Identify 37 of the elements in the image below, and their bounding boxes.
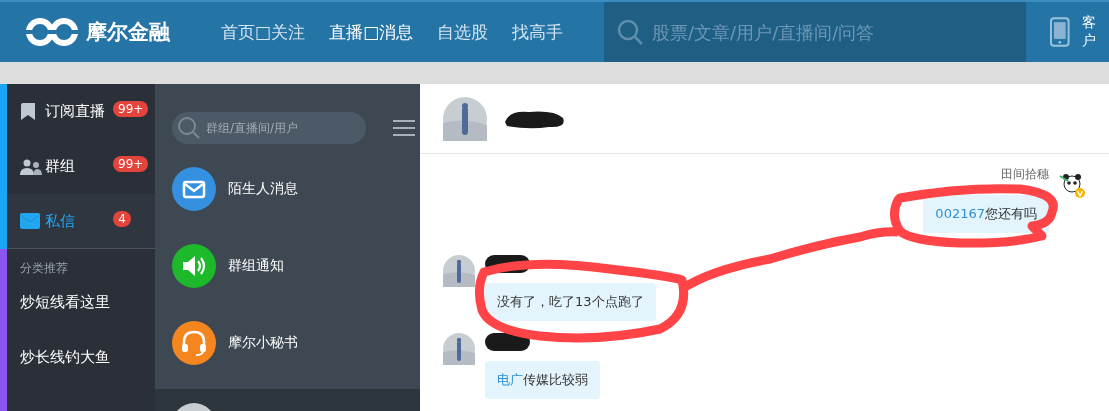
sidebar-link[interactable]: 炒短线看这里 — [20, 293, 155, 348]
contact-item[interactable]: 群组通知 — [155, 227, 420, 304]
message-bubble: 002167您还有吗 — [923, 195, 1049, 233]
contact-item[interactable]: 摩尔小秘书 — [155, 304, 420, 381]
count-badge: 4 — [113, 211, 131, 227]
sidebar-item[interactable]: 订阅直播 99+ — [7, 84, 155, 139]
message-bubble: 没有了，吃了13个点跑了 — [485, 283, 656, 321]
nav-link[interactable]: 直播□消息 — [316, 20, 425, 44]
panda-avatar — [1059, 172, 1085, 198]
contact-item[interactable] — [155, 389, 420, 411]
sidebar-item[interactable]: 私信 4 — [7, 194, 155, 249]
contact-item[interactable]: 陌生人消息 — [155, 150, 420, 227]
message-bubble: 电广传媒比较弱 — [485, 361, 600, 399]
sender-name: 田间拾穗 — [1001, 166, 1049, 183]
section-title: 分类推荐 — [20, 260, 69, 277]
phone-icon — [1050, 17, 1070, 47]
people-icon — [20, 158, 42, 175]
search-field[interactable]: 群组/直播间/用户 — [172, 112, 366, 144]
client-link[interactable]: 客户 — [1081, 14, 1109, 50]
menu-icon[interactable] — [393, 120, 415, 136]
search-field[interactable]: 股票/文章/用户/直播间/问答 — [604, 2, 1026, 62]
nav-link[interactable]: 自选股 — [424, 20, 500, 44]
count-badge: 99+ — [113, 156, 149, 172]
nav-link[interactable]: 找高手 — [499, 20, 575, 44]
search-icon — [177, 116, 201, 140]
logo-text: 摩尔金融 — [86, 19, 170, 46]
avatar — [443, 333, 475, 365]
sidebar-item[interactable]: 群组 99+ — [7, 139, 155, 194]
nav-link[interactable]: 首页□关注 — [208, 20, 317, 44]
bookmark-icon — [20, 102, 36, 121]
logo-icon — [26, 17, 78, 47]
envelope-icon — [20, 213, 40, 229]
sidebar-link[interactable]: 炒长线钓大鱼 — [20, 348, 155, 403]
search-icon — [616, 18, 644, 46]
avatar — [443, 96, 487, 141]
avatar — [443, 255, 475, 287]
count-badge: 99+ — [113, 101, 149, 117]
